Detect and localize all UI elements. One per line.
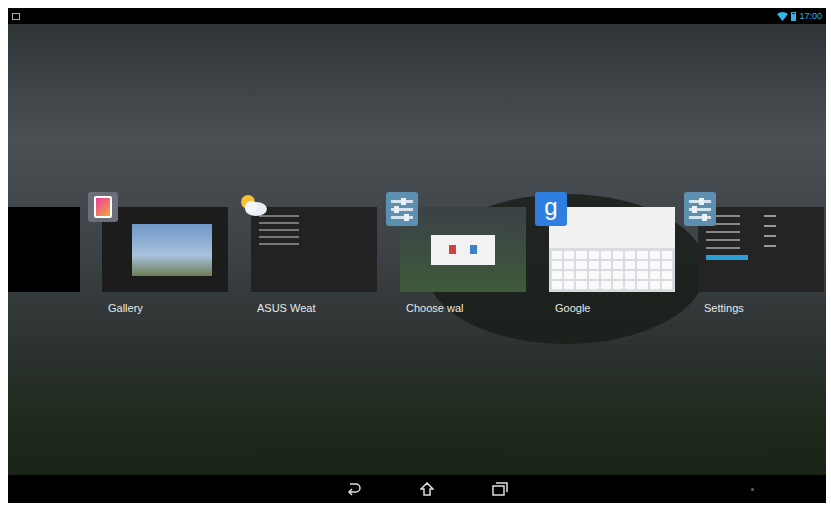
battery-icon: [791, 12, 796, 21]
recents-icon[interactable]: [492, 482, 508, 496]
app-label: Gallery: [108, 300, 229, 317]
home-icon[interactable]: [420, 482, 434, 496]
app-thumbnail[interactable]: [251, 207, 377, 292]
gallery-icon: [88, 192, 118, 222]
settings-icon: [386, 192, 418, 226]
recent-app[interactable]: Choose wal: [386, 192, 527, 317]
recent-app[interactable]: g Google: [535, 192, 676, 317]
app-thumbnail[interactable]: [102, 207, 228, 292]
navigation-bar: [8, 475, 826, 503]
app-label: Google: [555, 300, 676, 317]
app-label: Settings: [704, 300, 825, 317]
settings-icon: [684, 192, 716, 226]
google-icon: g: [535, 192, 567, 226]
weather-icon: [237, 192, 269, 218]
screen: 17:00 Gallery ASUS Weat Choose wal g Google Se…: [0, 0, 831, 509]
app-thumbnail[interactable]: [698, 207, 824, 292]
menu-dot-icon[interactable]: [751, 488, 754, 491]
wifi-icon: [777, 12, 788, 21]
recent-app[interactable]: Gallery: [88, 192, 229, 317]
recent-app-card-partial[interactable]: [8, 207, 80, 292]
recent-app[interactable]: ASUS Weat: [237, 192, 378, 317]
wallpaper: Gallery ASUS Weat Choose wal g Google Setting…: [8, 24, 826, 475]
notification-icon: [12, 13, 20, 20]
clock: 17:00: [799, 12, 822, 21]
status-bar: 17:00: [8, 8, 826, 24]
app-thumbnail[interactable]: [549, 207, 675, 292]
app-label: Choose wal: [406, 300, 527, 317]
app-thumbnail[interactable]: [400, 207, 526, 292]
back-icon[interactable]: [346, 482, 362, 496]
recent-app[interactable]: Settings: [684, 192, 825, 317]
app-label: ASUS Weat: [257, 300, 378, 317]
